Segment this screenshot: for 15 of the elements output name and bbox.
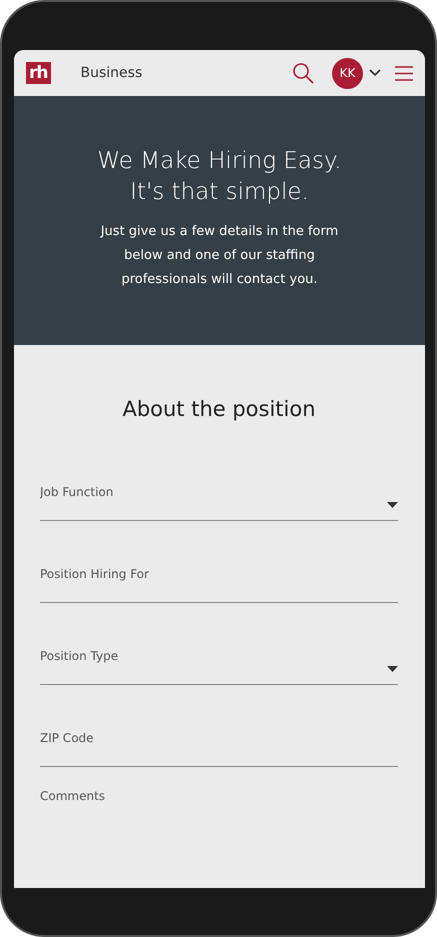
dropdown-field[interactable]: Position Type (40, 645, 398, 685)
caret-icon (387, 666, 398, 672)
avatar[interactable]: KK (332, 58, 363, 88)
input-field[interactable]: ZIP Code (40, 727, 398, 767)
search-icon[interactable] (292, 62, 314, 84)
input-field[interactable]: Position Hiring For (40, 563, 398, 603)
logo[interactable]: rh (26, 62, 50, 84)
menu-icon[interactable] (395, 66, 413, 80)
caret-icon[interactable] (369, 69, 381, 77)
comments-field[interactable]: Comments (40, 779, 398, 839)
caret-icon (387, 502, 398, 508)
hero-headline: We Make Hiring Easy. It's that simple. (97, 147, 342, 207)
section-title[interactable]: Business (80, 65, 292, 81)
hero-text: Just give us a few details in the form below and one of our staffing professionals will contact you. (99, 223, 340, 289)
form-title: About the position (121, 397, 317, 421)
